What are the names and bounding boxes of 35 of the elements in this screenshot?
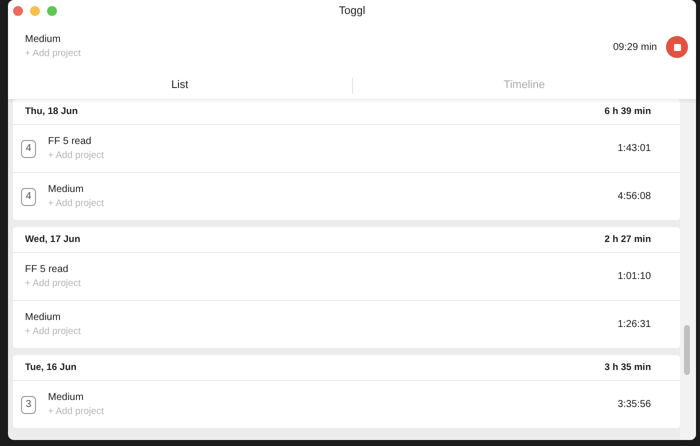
window-title: Toggl	[338, 4, 366, 19]
stop-button[interactable]	[666, 36, 688, 58]
day-date: Thu, 18 Jun	[25, 105, 78, 119]
scrollbar-thumb[interactable]	[684, 325, 690, 375]
time-entry-row[interactable]: 4 FF 5 read + Add project 1:43:01	[13, 124, 680, 172]
time-entry-row[interactable]: Medium + Add project 1:26:31	[13, 300, 680, 348]
timer-duration: 09:29 min	[613, 40, 657, 54]
timer-description[interactable]: Medium	[25, 32, 614, 48]
entry-description: FF 5 read	[48, 134, 92, 149]
entry-duration: 1:01:10	[618, 270, 651, 284]
day-total: 3 h 35 min	[604, 361, 651, 375]
zoom-button[interactable]	[47, 6, 57, 16]
entry-duration: 1:26:31	[618, 318, 651, 332]
group-count[interactable]: 4	[21, 140, 36, 158]
day-date: Wed, 17 Jun	[25, 233, 80, 247]
day-total: 2 h 27 min	[604, 233, 651, 247]
entry-description: Medium	[48, 182, 85, 197]
entry-description: Medium	[48, 390, 85, 405]
entry-duration: 4:56:08	[618, 190, 651, 204]
entry-duration: 3:35:56	[618, 398, 651, 412]
close-button[interactable]	[13, 6, 23, 16]
scrollbar[interactable]	[680, 99, 696, 440]
time-entry-row[interactable]: FF 5 read + Add project 1:01:10	[13, 252, 680, 300]
tab[interactable]: List	[8, 77, 352, 94]
stop-icon	[674, 44, 680, 50]
entry-duration: 1:43:01	[618, 142, 651, 156]
entry-description: Medium	[25, 310, 62, 325]
minimize-button[interactable]	[30, 6, 40, 16]
time-entry-row[interactable]: 4 Medium + Add project 4:56:08	[13, 172, 680, 220]
group-count[interactable]: 4	[21, 188, 36, 206]
group-count[interactable]: 3	[21, 396, 36, 414]
day-date: Tue, 16 Jun	[25, 361, 77, 375]
time-entry-row[interactable]: 3 Medium + Add project 3:35:56	[13, 380, 680, 428]
entry-description: FF 5 read	[25, 262, 70, 277]
day-total: 6 h 39 min	[604, 105, 651, 119]
